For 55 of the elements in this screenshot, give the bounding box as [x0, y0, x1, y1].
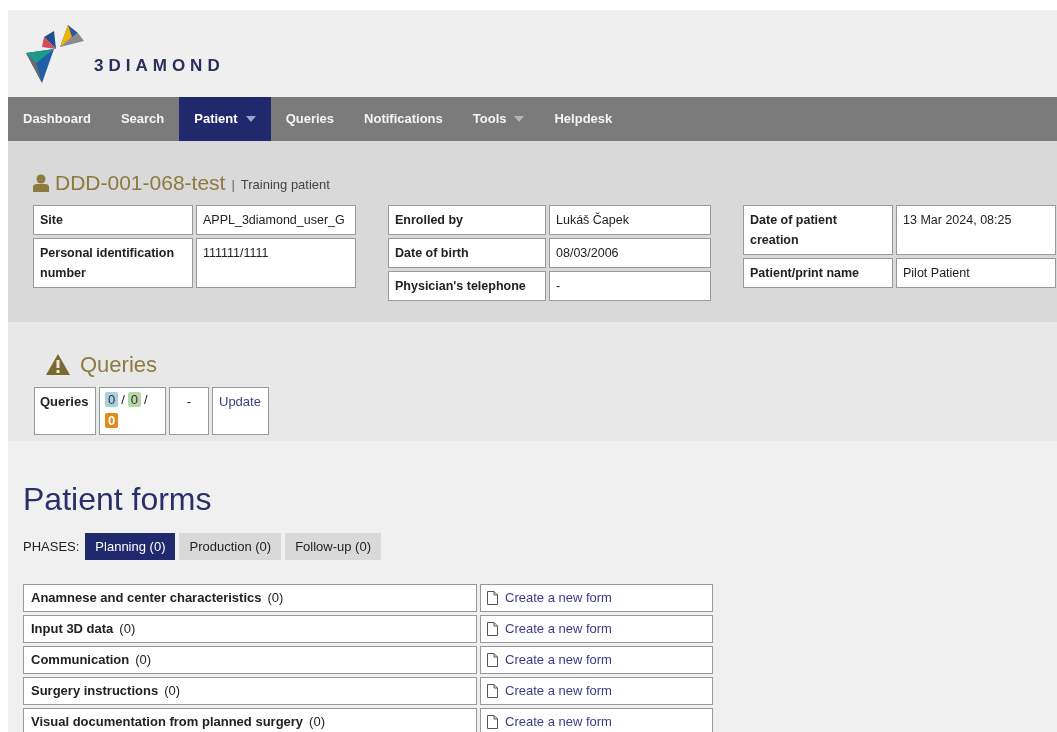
field-value: 08/03/2006 — [549, 237, 711, 268]
field-value: - — [549, 270, 711, 301]
form-count: (0) — [164, 682, 181, 701]
phase-tab[interactable]: Planning (0) — [85, 533, 176, 560]
form-count: (0) — [267, 589, 284, 608]
patient-note: Training patient — [240, 176, 330, 194]
nav-tab[interactable]: Helpdesk — [539, 97, 628, 141]
form-title: Input 3D data — [31, 620, 114, 639]
section-title: Queries — [80, 351, 158, 379]
nav-tab[interactable]: Tools — [457, 97, 540, 141]
slash: / — [144, 392, 148, 407]
form-count: (0) — [309, 713, 325, 732]
nav-tab[interactable]: Queries — [270, 97, 350, 141]
form-count: (0) — [119, 620, 136, 639]
page-title: Patient forms — [23, 480, 213, 519]
field-label: Date of patient creation — [743, 204, 893, 255]
phase-tab[interactable]: Production (0) — [179, 533, 282, 560]
form-count: (0) — [135, 651, 152, 670]
form-title: Surgery instructions — [31, 682, 159, 701]
logo-text: 3DIAMOND — [94, 55, 225, 77]
field-label: Patient/print name — [743, 257, 893, 288]
count-badge: 0 — [105, 392, 119, 407]
phases-label: PHASES: — [23, 537, 80, 556]
field-value: 111111/1111 — [196, 237, 356, 288]
field-value: Pilot Patient — [896, 257, 1056, 288]
field-label: Enrolled by — [388, 204, 546, 235]
document-icon — [487, 653, 498, 667]
queries-label: Queries — [34, 387, 96, 435]
user-icon — [33, 173, 49, 192]
field-value: 13 Mar 2024, 08:25 — [896, 204, 1056, 255]
document-icon — [487, 591, 498, 605]
nav-tab[interactable]: Patient — [179, 97, 271, 141]
field-label: Personal identification number — [33, 237, 193, 288]
queries-status: - — [169, 387, 209, 435]
count-badge: 0 — [105, 412, 119, 428]
nav-tab[interactable]: Notifications — [349, 97, 458, 141]
field-label: Date of birth — [388, 237, 546, 268]
form-title: Communication — [31, 651, 130, 670]
nav-tab[interactable]: Search — [105, 97, 180, 141]
phase-tab[interactable]: Follow-up (0) — [285, 533, 381, 560]
nav-tab[interactable]: Dashboard — [8, 97, 106, 141]
form-title: Anamnese and center characteristics — [31, 589, 262, 608]
field-label: Physician's telephone — [388, 270, 546, 301]
separator: | — [231, 176, 235, 194]
slash: / — [121, 392, 125, 407]
form-title: Visual documentation from planned surgery — [31, 713, 304, 732]
field-value: APPL_3diamond_user_G — [196, 204, 356, 235]
document-icon — [487, 622, 498, 636]
field-label: Site — [33, 204, 193, 235]
patient-id: DDD-001-068-test — [55, 170, 226, 196]
count-badge: 0 — [127, 392, 142, 407]
document-icon — [487, 715, 498, 729]
field-value: Lukáš Čapek — [549, 204, 711, 235]
document-icon — [487, 684, 498, 698]
warning-icon — [46, 354, 70, 375]
